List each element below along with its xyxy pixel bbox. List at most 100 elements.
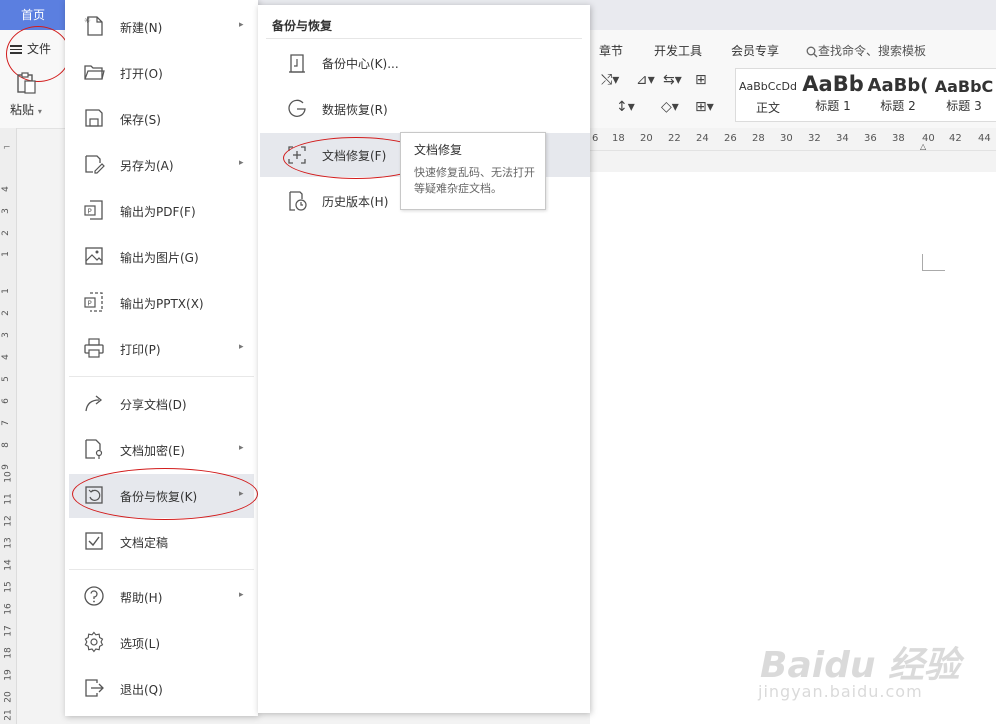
- menu-item-share[interactable]: 分享文档(D): [69, 382, 254, 426]
- paragraph-spacing-icon[interactable]: ↕▾: [616, 99, 635, 115]
- border-icon[interactable]: ⊞▾: [695, 99, 714, 115]
- ruler-number: 18: [612, 133, 625, 144]
- ruler-number: 3: [0, 332, 11, 338]
- menu-item-label: 输出为图片(G): [120, 251, 199, 265]
- shading-icon[interactable]: ◇▾: [661, 99, 679, 115]
- tab-member[interactable]: 会员专享: [731, 42, 779, 59]
- tooltip-title: 文档修复: [414, 143, 463, 157]
- ruler-number: 18: [3, 647, 14, 659]
- ruler-number: 44: [978, 133, 991, 144]
- style-normal[interactable]: AaBbCcDd 正文: [736, 69, 800, 121]
- tab-chapter[interactable]: 章节: [599, 42, 623, 59]
- page-corner-mark: [922, 254, 945, 271]
- menu-item-label: 另存为(A): [120, 159, 174, 173]
- annotation-ellipse-backup: [72, 468, 258, 520]
- help-icon: [83, 585, 105, 607]
- style-name: 标题 3: [946, 99, 982, 113]
- menu-item-save[interactable]: 保存(S): [69, 97, 254, 141]
- ruler-number: 42: [949, 133, 962, 144]
- menu-item-label: 选项(L): [120, 637, 161, 651]
- menu-item-label: 文档定稿: [120, 536, 169, 550]
- svg-text:✳: ✳: [84, 16, 91, 25]
- search-placeholder: 查找命令、搜索模板: [818, 44, 927, 58]
- ruler-number: 8: [0, 442, 11, 448]
- ruler-corner-icon: ⌐: [3, 143, 11, 153]
- gear-icon: [83, 631, 105, 653]
- tab-developer-tools[interactable]: 开发工具: [654, 42, 702, 59]
- ruler-number: 13: [3, 537, 14, 549]
- menu-item-label: 输出为PPTX(X): [120, 297, 204, 311]
- ruler-number: 2: [0, 310, 11, 316]
- menu-item-export-image[interactable]: 输出为图片(G): [69, 235, 254, 279]
- ruler-number: 1: [0, 251, 11, 257]
- vertical-ruler[interactable]: ⌐ 4 3 2 1 1 2 3 4 5 6 7 8 9 10 11 12 13 …: [0, 128, 17, 724]
- ruler-number: 30: [780, 133, 793, 144]
- paste-label: 粘贴: [10, 103, 35, 117]
- indent-marker-icon[interactable]: △: [920, 142, 926, 151]
- menu-item-label: 打开(O): [120, 67, 163, 81]
- style-name: 标题 2: [880, 99, 916, 113]
- horizontal-ruler[interactable]: 6 18 20 22 24 26 28 30 32 34 36 38 40 42…: [590, 128, 996, 151]
- menu-item-label: 输出为PDF(F): [120, 205, 196, 219]
- svg-text:P: P: [88, 208, 92, 216]
- style-heading-3[interactable]: AaBbC 标题 3: [932, 69, 996, 121]
- ruler-number: 6: [592, 133, 599, 144]
- ruler-number: 9: [0, 464, 11, 470]
- ruler-number: 15: [3, 581, 14, 593]
- menu-item-new[interactable]: ✳ 新建(N) ▸: [69, 5, 254, 49]
- ruler-number: 20: [640, 133, 653, 144]
- submenu-item-backup-center[interactable]: 备份中心(K)...: [260, 41, 590, 85]
- new-file-icon: ✳: [83, 15, 105, 37]
- watermark-logo: Baidu 经验: [760, 645, 961, 686]
- ruler-number: 36: [864, 133, 877, 144]
- menu-item-save-as[interactable]: 另存为(A) ▸: [69, 143, 254, 187]
- menu-item-print[interactable]: 打印(P) ▸: [69, 327, 254, 371]
- ruler-toggle-icon[interactable]: ⊞: [695, 72, 707, 88]
- clear-format-icon[interactable]: ⤭▾: [601, 72, 619, 88]
- ruler-number: 21: [3, 709, 14, 721]
- menu-item-encrypt[interactable]: 文档加密(E) ▸: [69, 428, 254, 472]
- command-search[interactable]: 查找命令、搜索模板: [806, 42, 926, 59]
- submenu-arrow-icon: ▸: [239, 342, 244, 352]
- backup-center-icon: [286, 52, 308, 74]
- menu-separator: [69, 569, 254, 570]
- submenu-title: 备份与恢复: [272, 19, 333, 33]
- ruler-number: 34: [836, 133, 849, 144]
- style-name: 正文: [755, 101, 780, 115]
- ruler-number: 17: [3, 625, 14, 637]
- sort-icon[interactable]: ⊿▾: [636, 72, 655, 88]
- menu-item-exit[interactable]: 退出(Q): [69, 667, 254, 711]
- style-heading-1[interactable]: AaBb 标题 1: [802, 69, 864, 121]
- menu-item-options[interactable]: 选项(L): [69, 621, 254, 665]
- ruler-number: 5: [0, 376, 11, 382]
- style-gallery: AaBbCcDd 正文 AaBb 标题 1 AaBb( 标题 2 AaBbC 标…: [735, 68, 996, 122]
- folder-open-icon: [83, 61, 105, 83]
- ruler-number: 14: [3, 559, 14, 571]
- menu-item-label: 文档加密(E): [120, 444, 185, 458]
- tooltip-body: 快速修复乱码、无法打开等疑难杂症文档。: [414, 166, 535, 195]
- ruler-number: 2: [0, 230, 11, 236]
- menu-item-finalize[interactable]: 文档定稿: [69, 520, 254, 564]
- submenu-item-data-recovery[interactable]: 数据恢复(R): [260, 87, 590, 131]
- pptx-export-icon: P: [83, 291, 105, 313]
- svg-text:P: P: [88, 300, 92, 308]
- ruler-number: 26: [724, 133, 737, 144]
- paste-button[interactable]: 粘贴 ▾: [10, 101, 42, 118]
- menu-item-open[interactable]: 打开(O): [69, 51, 254, 95]
- paste-icon[interactable]: [16, 72, 36, 94]
- menu-item-label: 打印(P): [120, 343, 161, 357]
- style-preview: AaBbCcDd: [739, 80, 797, 93]
- data-recovery-icon: [286, 98, 308, 120]
- file-menu: ✳ 新建(N) ▸ 打开(O) 保存(S) 另存为(A) ▸ P 输出为PDF(…: [65, 0, 258, 716]
- ruler-number: 7: [0, 420, 11, 426]
- ruler-number: 28: [752, 133, 765, 144]
- ruler-number: 22: [668, 133, 681, 144]
- menu-item-help[interactable]: 帮助(H) ▸: [69, 575, 254, 619]
- ruler-number: 6: [0, 398, 11, 404]
- ruler-number: 24: [696, 133, 709, 144]
- menu-item-export-pptx[interactable]: P 输出为PPTX(X): [69, 281, 254, 325]
- menu-item-export-pdf[interactable]: P 输出为PDF(F): [69, 189, 254, 233]
- style-heading-2[interactable]: AaBb( 标题 2: [866, 69, 930, 121]
- submenu-item-label: 历史版本(H): [322, 195, 389, 209]
- line-spacing-icon[interactable]: ⇆▾: [663, 72, 682, 88]
